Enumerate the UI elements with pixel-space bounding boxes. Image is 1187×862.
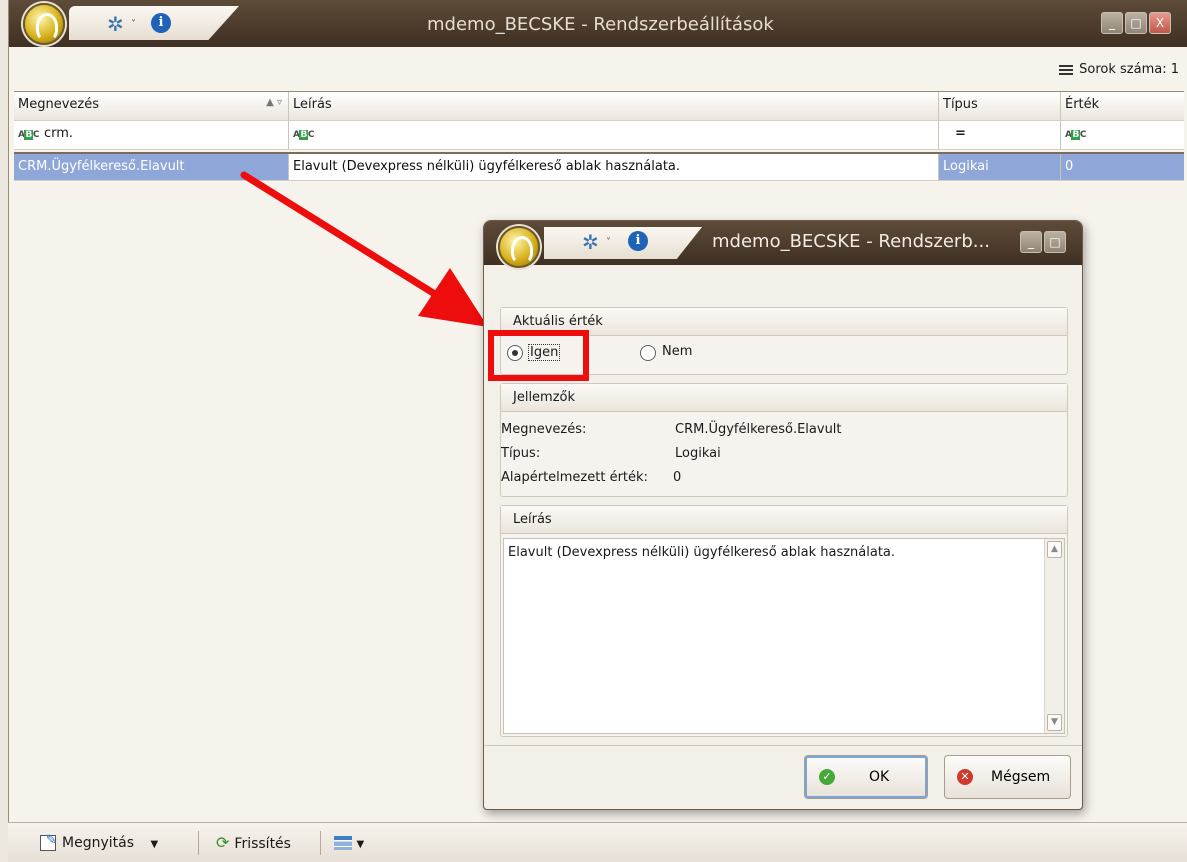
type-value: Logikai <box>675 446 721 461</box>
dialog-app-orb-button[interactable] <box>498 226 540 268</box>
dialog-maximize-button[interactable]: □ <box>1044 231 1066 253</box>
settings-grid: Megnevezés ▲ ▿ Leírás Típus Érték ABC crm… <box>14 91 1184 181</box>
settings-dialog: ✲ ˅ i mdemo_BECSKE - Rendszerb... _ □ Ak… <box>483 220 1083 810</box>
text-filter-icon: ABC <box>18 130 39 140</box>
minimize-button[interactable]: _ <box>1101 12 1123 34</box>
maximize-button[interactable]: □ <box>1125 12 1147 34</box>
app-orb-button[interactable] <box>23 3 65 45</box>
chevron-down-icon[interactable]: ˅ <box>606 237 611 248</box>
dialog-quick-access-tab <box>544 227 702 259</box>
column-header-description[interactable]: Leírás <box>289 92 939 120</box>
description-header: Leírás <box>501 506 1067 534</box>
ok-button[interactable]: ✓ OK <box>804 755 928 799</box>
column-header-name-label: Megnevezés <box>18 97 99 112</box>
filter-cell-type[interactable]: = <box>939 121 1061 149</box>
dialog-title: mdemo_BECSKE - Rendszerb... <box>712 231 990 252</box>
row-count: Sorok száma: 1 <box>1059 62 1179 77</box>
refresh-button-label: Frissítés <box>234 836 291 852</box>
dropdown-arrow-icon[interactable]: ▼ <box>356 839 364 850</box>
description-group: Leírás Elavult (Devexpress nélküli) ügyf… <box>500 505 1068 737</box>
grid-header: Megnevezés ▲ ▿ Leírás Típus Érték <box>14 92 1184 121</box>
grid-view-icon <box>334 836 352 850</box>
bottom-toolbar: ✎ Megnyitás ▼ ⟳ Frissítés ▼ <box>8 822 1187 862</box>
highlight-box <box>488 330 589 381</box>
description-text: Elavult (Devexpress nélküli) ügyfélkeres… <box>508 545 896 560</box>
check-icon: ✓ <box>819 769 835 785</box>
radio-no-label[interactable]: Nem <box>662 344 692 359</box>
filter-name-value: crm. <box>43 126 74 141</box>
row-value-cell[interactable]: 0 <box>1061 154 1184 180</box>
cancel-icon: ✕ <box>957 769 973 785</box>
cancel-button-label: Mégsem <box>991 769 1051 785</box>
close-button[interactable]: X <box>1149 12 1171 34</box>
info-icon[interactable]: i <box>628 231 648 251</box>
column-header-name[interactable]: Megnevezés ▲ ▿ <box>14 92 289 120</box>
dropdown-arrow-icon[interactable]: ▼ <box>150 839 158 850</box>
description-textarea[interactable]: Elavult (Devexpress nélküli) ügyfélkeres… <box>503 538 1065 734</box>
name-value: CRM.Ügyfélkereső.Elavult <box>675 422 842 437</box>
type-label: Típus: <box>501 446 541 461</box>
title-bar: ✲ ˅ i mdemo_BECSKE - Rendszerbeállítások… <box>9 0 1187 47</box>
open-button-label: Megnyitás <box>62 835 134 851</box>
dialog-divider <box>484 745 1082 746</box>
properties-header: Jellemzők <box>501 384 1067 412</box>
column-header-value[interactable]: Érték <box>1061 92 1184 120</box>
cancel-button[interactable]: ✕ Mégsem <box>944 755 1071 799</box>
filter-cell-description[interactable]: ABC <box>289 121 939 149</box>
refresh-icon: ⟳ <box>216 833 230 852</box>
toolbar-separator <box>198 831 199 855</box>
refresh-button[interactable]: ⟳ Frissítés <box>210 829 297 857</box>
text-filter-icon: ABC <box>1065 130 1086 140</box>
window-title: mdemo_BECSKE - Rendszerbeállítások <box>427 14 774 35</box>
dialog-minimize-button[interactable]: _ <box>1020 231 1042 253</box>
sort-asc-icon[interactable]: ▲ ▿ <box>266 97 282 108</box>
gear-icon[interactable]: ✲ <box>107 14 124 34</box>
row-name-cell[interactable]: CRM.Ügyfélkereső.Elavult <box>14 154 289 180</box>
ok-button-label: OK <box>869 769 890 785</box>
open-button[interactable]: ✎ Megnyitás ▼ <box>34 829 164 857</box>
vertical-scrollbar[interactable]: ▲ ▼ <box>1044 539 1064 733</box>
chevron-down-icon[interactable]: ˅ <box>131 19 136 30</box>
row-description-cell[interactable]: Elavult (Devexpress nélküli) ügyfélkeres… <box>289 154 939 180</box>
dialog-title-bar: ✲ ˅ i mdemo_BECSKE - Rendszerb... _ □ <box>484 221 1082 268</box>
edit-icon: ✎ <box>40 834 57 851</box>
default-value-label: Alapértelmezett érték: <box>501 470 648 485</box>
radio-no[interactable] <box>640 345 656 361</box>
row-count-label: Sorok száma: 1 <box>1079 62 1179 77</box>
filter-cell-name[interactable]: ABC crm. <box>14 121 289 149</box>
scroll-down-icon[interactable]: ▼ <box>1047 714 1062 731</box>
gear-icon[interactable]: ✲ <box>582 232 599 252</box>
info-icon[interactable]: i <box>151 13 171 33</box>
toolbar-separator <box>320 831 321 855</box>
scroll-up-icon[interactable]: ▲ <box>1047 541 1062 558</box>
row-type-cell[interactable]: Logikai <box>939 154 1061 180</box>
text-filter-icon: ABC <box>293 130 314 140</box>
default-value: 0 <box>673 470 682 485</box>
filter-row: ABC crm. ABC = ABC <box>14 121 1184 150</box>
properties-group: Jellemzők Megnevezés: CRM.Ügyfélkereső.E… <box>500 383 1068 497</box>
column-header-type[interactable]: Típus <box>939 92 1061 120</box>
name-label: Megnevezés: <box>501 422 587 437</box>
list-icon <box>1059 64 1074 75</box>
filter-cell-value[interactable]: ABC <box>1061 121 1184 149</box>
view-options-button[interactable]: ▼ <box>328 829 370 857</box>
table-row[interactable]: CRM.Ügyfélkereső.Elavult Elavult (Devexp… <box>14 152 1184 181</box>
